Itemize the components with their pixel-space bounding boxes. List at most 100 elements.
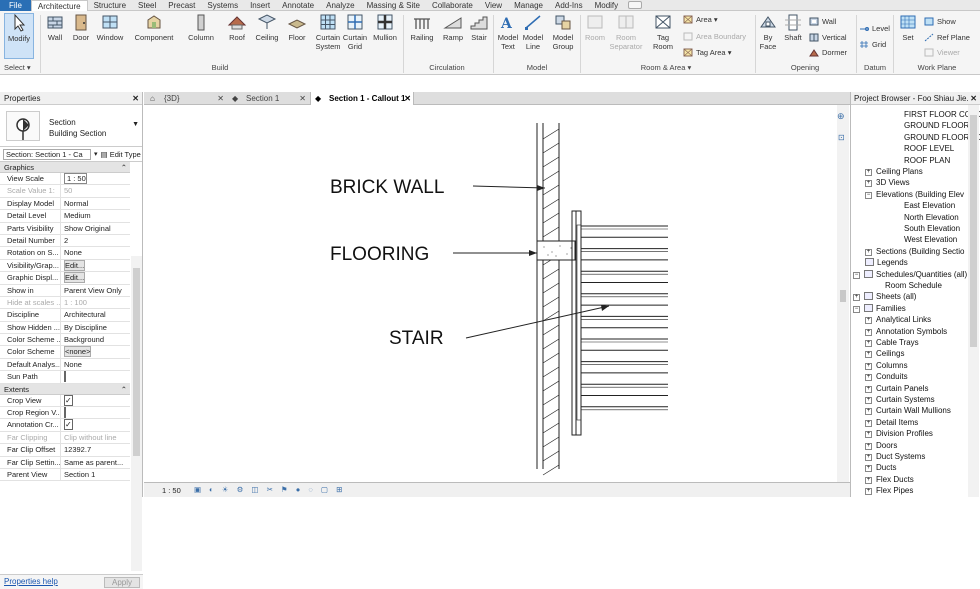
expand-icon[interactable]: +	[865, 397, 872, 404]
property-value[interactable]: Show Original	[64, 224, 111, 233]
drawing-canvas[interactable]: BRICK WALL FLOORING STAIR	[144, 105, 850, 482]
expand-icon[interactable]: +	[865, 374, 872, 382]
apply-button[interactable]: Apply	[104, 577, 140, 588]
browser-item[interactable]: + Columns	[865, 360, 908, 371]
tag-room-button[interactable]: Tag Room	[650, 13, 676, 51]
expand-icon[interactable]: +	[865, 328, 872, 336]
zoom-region-icon[interactable]: ⊡	[838, 133, 845, 142]
ribbon-tab-insert[interactable]: Insert	[244, 0, 276, 11]
property-value[interactable]: Normal	[64, 199, 88, 208]
property-value[interactable]: Medium	[64, 211, 91, 220]
ribbon-tab-file[interactable]: File	[0, 0, 31, 11]
browser-item[interactable]: + Flex Ducts	[865, 474, 914, 485]
roof-button[interactable]: Roof	[225, 13, 249, 42]
ref-plane-button[interactable]: Ref Plane	[924, 33, 970, 42]
ribbon-tab-collaborate[interactable]: Collaborate	[426, 0, 479, 11]
browser-item[interactable]: +3D Views	[865, 177, 910, 188]
browser-item[interactable]: + Conduits	[865, 371, 908, 382]
room-separator-button[interactable]: Room Separator	[607, 13, 645, 51]
curtain-grid-button[interactable]: Curtain Grid	[342, 13, 368, 51]
property-edit-button[interactable]: <none>	[64, 346, 92, 358]
type-selector[interactable]: Section Building Section ▼	[0, 105, 142, 147]
expand-icon[interactable]: +	[865, 454, 872, 461]
browser-item[interactable]: + Division Profiles	[865, 428, 933, 439]
tab-3d-view[interactable]: ⌂ {3D} ✕	[146, 92, 226, 105]
tab-section-1[interactable]: ◆ Section 1 ✕	[228, 92, 308, 105]
component-button[interactable]: Component	[132, 13, 176, 42]
browser-item[interactable]: West Elevation	[904, 234, 957, 245]
collapse-icon[interactable]: −	[853, 305, 860, 313]
expand-icon[interactable]: +	[865, 465, 872, 473]
column-button[interactable]: Column	[186, 13, 216, 42]
ribbon-tab-massing-site[interactable]: Massing & Site	[361, 0, 426, 11]
view-scale[interactable]: 1 : 50	[162, 486, 181, 495]
property-value[interactable]: 1 : 100	[64, 298, 87, 307]
property-checkbox[interactable]: ✓	[64, 394, 73, 406]
door-button[interactable]: Door	[70, 13, 92, 42]
ribbon-tab-annotate[interactable]: Annotate	[276, 0, 320, 11]
by-face-button[interactable]: By Face	[758, 13, 778, 51]
zoom-control-icon[interactable]: ⊕	[837, 111, 845, 122]
expand-icon[interactable]: +	[865, 488, 872, 496]
area-button[interactable]: Area ▾	[683, 15, 718, 24]
property-value[interactable]: Background	[64, 335, 104, 344]
show-button[interactable]: Show	[924, 17, 956, 26]
ribbon-tab-steel[interactable]: Steel	[132, 0, 162, 11]
browser-item[interactable]: + Sheets (all)	[853, 291, 916, 302]
floor-button[interactable]: Floor	[285, 13, 309, 42]
expand-icon[interactable]: +	[865, 340, 872, 347]
browser-item[interactable]: + Sections (Building Sectio	[865, 246, 965, 257]
type-dropdown-icon[interactable]: ▼	[132, 121, 139, 128]
browser-item[interactable]: South Elevation	[904, 223, 960, 234]
model-group-button[interactable]: Model Group	[549, 13, 577, 51]
vertical-button[interactable]: Vertical	[809, 33, 847, 42]
expand-icon[interactable]: +	[865, 431, 872, 439]
modify-button[interactable]: Modify	[4, 13, 34, 59]
browser-item[interactable]: Legends	[865, 257, 908, 268]
canvas-scrollbar[interactable]: ⊕ ⊡	[837, 105, 849, 482]
ribbon-tab-structure[interactable]: Structure	[88, 0, 132, 11]
close-icon[interactable]: ✕	[217, 92, 224, 105]
ribbon-tab-systems[interactable]: Systems	[201, 0, 244, 11]
expand-icon[interactable]: +	[865, 408, 872, 416]
property-checkbox[interactable]	[64, 371, 66, 383]
browser-item[interactable]: + Ceilings	[865, 348, 904, 359]
browser-item[interactable]: + Ceiling Plans	[865, 166, 923, 177]
opening-wall-button[interactable]: Wall	[809, 17, 836, 26]
browser-scrollbar[interactable]	[968, 105, 979, 497]
instance-selector[interactable]: Section: Section 1 - Ca	[3, 148, 91, 160]
browser-item[interactable]: + Analytical Links	[865, 314, 931, 325]
browser-item[interactable]: − Elevations (Building Elev	[865, 189, 964, 200]
model-text-button[interactable]: A Model Text	[496, 13, 520, 51]
browser-item[interactable]: + Cable Trays	[865, 337, 919, 348]
grid-button[interactable]: Grid	[859, 40, 886, 49]
shaft-button[interactable]: Shaft	[782, 13, 804, 42]
property-group-graphics[interactable]: Graphics ⌃	[0, 162, 130, 173]
tab-section-1-callout-1[interactable]: ◆ Section 1 - Callout 1 ✕	[310, 92, 414, 105]
collapse-icon[interactable]: −	[853, 271, 860, 279]
browser-item[interactable]: + Ducts	[865, 462, 896, 473]
view-control-icons[interactable]: ▣ ◐ ☀ ⚙ ◫ ✂ ⚑ ● ◌ ▢ ⊞	[194, 485, 345, 494]
close-icon[interactable]: ✕	[132, 92, 139, 105]
model-line-button[interactable]: Model Line	[521, 13, 545, 51]
browser-item[interactable]: − Schedules/Quantities (all)	[853, 269, 967, 280]
property-value[interactable]: Architectural	[64, 310, 106, 319]
ribbon-tab-manage[interactable]: Manage	[508, 0, 549, 11]
wall-button[interactable]: Wall	[43, 13, 67, 42]
property-value[interactable]: Clip without line	[64, 433, 117, 442]
chevron-down-icon[interactable]: ▾	[94, 150, 98, 158]
viewer-button[interactable]: Viewer	[924, 48, 960, 57]
mullion-button[interactable]: Mullion	[370, 13, 400, 42]
browser-item[interactable]: ROOF LEVEL	[904, 143, 954, 154]
property-checkbox[interactable]: ✓	[64, 419, 73, 431]
expand-icon[interactable]: +	[865, 351, 872, 359]
browser-item[interactable]: + Curtain Wall Mullions	[865, 405, 951, 416]
browser-item[interactable]: − Families	[853, 303, 906, 314]
select-panel-label[interactable]: Select ▾	[4, 63, 31, 72]
property-value[interactable]: Parent View Only	[64, 286, 122, 295]
properties-help-link[interactable]: Properties help	[4, 577, 58, 586]
browser-item[interactable]: Room Schedule	[885, 280, 942, 291]
expand-icon[interactable]: +	[865, 362, 872, 370]
ramp-button[interactable]: Ramp	[441, 13, 465, 42]
property-value[interactable]: By Discipline	[64, 323, 107, 332]
